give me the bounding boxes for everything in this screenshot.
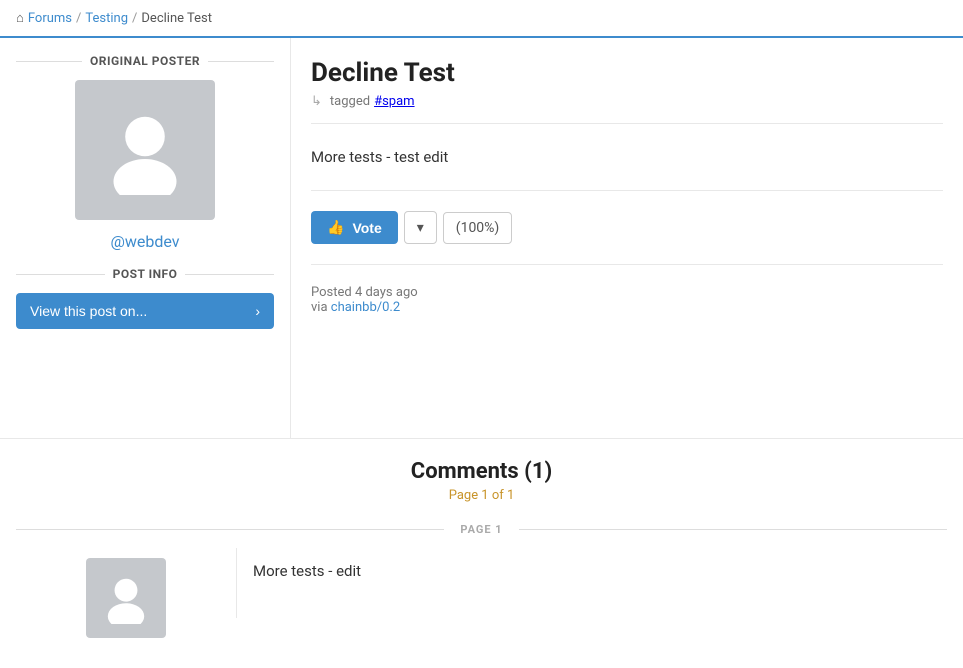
content-area: Decline Test ↳ tagged #spam More tests -… bbox=[290, 38, 963, 438]
via-label: via chainbb/0.2 bbox=[311, 300, 943, 315]
main-layout: ORIGINAL POSTER @webdev POST INFO View t… bbox=[0, 36, 963, 438]
posted-time: Posted 4 days ago bbox=[311, 285, 943, 300]
thumbs-up-icon: 👍 bbox=[327, 219, 344, 236]
vote-label: Vote bbox=[352, 220, 381, 236]
dropdown-arrow-icon: ▾ bbox=[417, 219, 424, 236]
via-link[interactable]: chainbb/0.2 bbox=[331, 300, 400, 315]
comment-avatar bbox=[86, 558, 166, 638]
view-post-button-label: View this post on... bbox=[30, 303, 147, 319]
post-divider-2 bbox=[311, 190, 943, 191]
avatar bbox=[75, 80, 215, 220]
view-post-button[interactable]: View this post on... › bbox=[16, 293, 274, 329]
post-divider bbox=[311, 123, 943, 124]
comment-avatar-container bbox=[16, 548, 236, 648]
sidebar: ORIGINAL POSTER @webdev POST INFO View t… bbox=[0, 38, 290, 345]
tag-arrow-icon: ↳ bbox=[311, 94, 322, 109]
pagination-info: Page 1 of 1 bbox=[16, 488, 947, 503]
bottom-section: Comments (1) Page 1 of 1 PAGE 1 More tes… bbox=[0, 438, 963, 668]
username-link[interactable]: @webdev bbox=[16, 232, 274, 251]
breadcrumb-sep1: / bbox=[76, 11, 81, 26]
post-info-label: POST INFO bbox=[16, 267, 274, 281]
comment-body: More tests - edit bbox=[236, 548, 947, 618]
breadcrumb: ⌂ Forums / Testing / Decline Test bbox=[0, 0, 963, 36]
page-divider-row: PAGE 1 bbox=[16, 523, 947, 536]
comments-title: Comments (1) bbox=[16, 459, 947, 484]
breadcrumb-section-link[interactable]: Testing bbox=[85, 11, 128, 26]
vote-percent: (100%) bbox=[443, 212, 513, 244]
chevron-right-icon: › bbox=[255, 303, 260, 319]
post-title: Decline Test bbox=[311, 58, 943, 88]
tagged-line: ↳ tagged #spam bbox=[311, 94, 943, 109]
comment-item: More tests - edit bbox=[16, 548, 947, 648]
post-meta: Posted 4 days ago via chainbb/0.2 bbox=[311, 275, 943, 319]
comment-avatar-icon bbox=[100, 572, 152, 624]
tag-link[interactable]: #spam bbox=[374, 94, 415, 109]
tagged-prefix: tagged bbox=[330, 94, 370, 109]
original-poster-label: ORIGINAL POSTER bbox=[16, 54, 274, 68]
vote-dropdown-button[interactable]: ▾ bbox=[404, 211, 437, 244]
avatar-container bbox=[16, 80, 274, 220]
home-icon: ⌂ bbox=[16, 10, 24, 26]
breadcrumb-current: Decline Test bbox=[141, 11, 212, 26]
breadcrumb-sep2: / bbox=[132, 11, 137, 26]
page-label: PAGE 1 bbox=[444, 523, 518, 536]
comment-text: More tests - edit bbox=[253, 562, 931, 580]
post-body: More tests - test edit bbox=[311, 134, 943, 180]
breadcrumb-forums-link[interactable]: Forums bbox=[28, 11, 72, 26]
avatar-icon bbox=[100, 105, 190, 195]
post-divider-3 bbox=[311, 264, 943, 265]
vote-row: 👍 Vote ▾ (100%) bbox=[311, 201, 943, 254]
vote-button[interactable]: 👍 Vote bbox=[311, 211, 398, 244]
